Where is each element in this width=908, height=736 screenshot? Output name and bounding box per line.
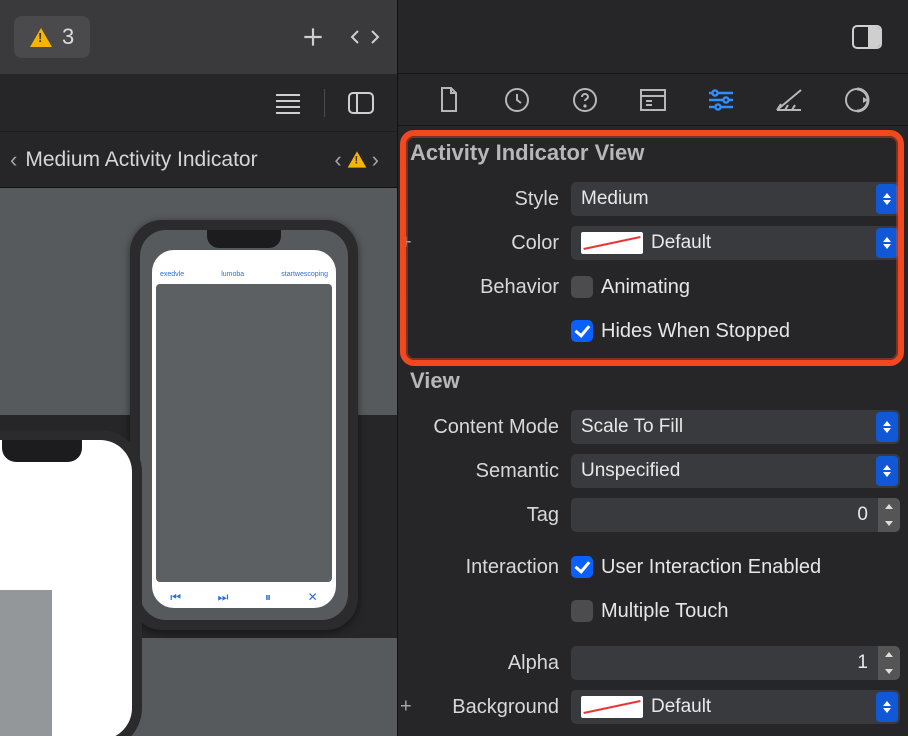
partial-view xyxy=(0,590,52,736)
issues-count: 3 xyxy=(62,24,74,50)
tag-field[interactable]: 0 xyxy=(571,498,878,532)
multiple-touch-label: Multiple Touch xyxy=(601,600,728,623)
popup-arrows-icon xyxy=(876,184,898,214)
hides-when-stopped-label: Hides When Stopped xyxy=(601,320,790,343)
tag-label: Tag xyxy=(406,504,561,527)
content-mode-popup[interactable]: Scale To Fill xyxy=(571,410,900,444)
connections-inspector-tab-icon[interactable] xyxy=(843,86,871,114)
warning-icon xyxy=(30,28,52,47)
content-mode-label: Content Mode xyxy=(406,416,561,439)
user-interaction-checkbox[interactable] xyxy=(571,556,593,578)
scene-phone-partial[interactable]: 이동 oding xyxy=(0,440,132,736)
color-value: Default xyxy=(651,232,711,254)
storyboard-canvas[interactable]: exedvlelumobastartwescoping ⏮⏭⏸✕ 이동 odin… xyxy=(0,188,397,736)
alpha-stepper[interactable] xyxy=(878,646,900,680)
animating-label: Animating xyxy=(601,276,690,299)
content-mode-value: Scale To Fill xyxy=(581,416,683,438)
divider xyxy=(324,89,325,117)
history-inspector-tab-icon[interactable] xyxy=(503,86,531,114)
align-icon[interactable] xyxy=(270,85,306,121)
identity-inspector-tab-icon[interactable] xyxy=(639,86,667,114)
multiple-touch-checkbox[interactable] xyxy=(571,600,593,622)
breadcrumb-next-icon[interactable]: › xyxy=(372,149,379,171)
color-well-icon[interactable] xyxy=(581,232,643,254)
layout-panel-icon[interactable] xyxy=(343,85,379,121)
color-label: + Color xyxy=(406,232,561,255)
semantic-label: Semantic xyxy=(406,460,561,483)
attributes-inspector-tab-icon[interactable] xyxy=(707,86,735,114)
breadcrumb-bar: ‹ Medium Activity Indicator ‹ › xyxy=(0,132,397,188)
hides-when-stopped-checkbox[interactable] xyxy=(571,320,593,342)
interaction-label: Interaction xyxy=(406,556,561,579)
background-value: Default xyxy=(651,696,711,718)
section-activity-indicator: Activity Indicator View xyxy=(406,126,900,176)
inspector-pane: Activity Indicator View Style Medium + C… xyxy=(397,0,908,736)
compare-icon[interactable] xyxy=(347,19,383,55)
color-well-icon[interactable] xyxy=(581,696,643,718)
breadcrumb-prev-icon[interactable]: ‹ xyxy=(334,149,341,171)
phone-notch xyxy=(2,440,82,462)
style-label: Style xyxy=(406,188,561,211)
canvas-toolbar: 3 xyxy=(0,0,397,74)
inspector-topbar xyxy=(398,0,908,74)
user-interaction-label: User Interaction Enabled xyxy=(601,556,821,579)
toggle-inspector-icon[interactable] xyxy=(852,25,882,49)
tag-stepper[interactable] xyxy=(878,498,900,532)
add-constraint-icon[interactable]: + xyxy=(400,696,412,719)
popup-arrows-icon xyxy=(876,412,898,442)
alpha-label: Alpha xyxy=(406,652,561,675)
canvas-ruler-bar xyxy=(0,74,397,132)
phone-notch xyxy=(207,230,281,248)
add-constraint-icon[interactable]: + xyxy=(400,232,412,255)
phone-top-links: exedvlelumobastartwescoping xyxy=(152,250,336,280)
background-popup[interactable]: Default xyxy=(571,690,900,724)
popup-arrows-icon xyxy=(876,456,898,486)
scene-phone-frame[interactable]: exedvlelumobastartwescoping ⏮⏭⏸✕ xyxy=(130,220,358,630)
alpha-field[interactable]: 1 xyxy=(571,646,878,680)
semantic-popup[interactable]: Unspecified xyxy=(571,454,900,488)
style-value: Medium xyxy=(581,188,649,210)
popup-arrows-icon xyxy=(876,228,898,258)
file-inspector-tab-icon[interactable] xyxy=(435,86,463,114)
issues-pill[interactable]: 3 xyxy=(14,16,90,58)
phone-tabbar: ⏮⏭⏸✕ xyxy=(152,586,336,608)
phone-body-preview xyxy=(156,284,332,582)
style-popup[interactable]: Medium xyxy=(571,182,900,216)
canvas-pane: 3 ‹ Medium Activity Indicator ‹ › xyxy=(0,0,397,736)
behavior-label: Behavior xyxy=(406,276,561,299)
popup-arrows-icon xyxy=(876,692,898,722)
size-inspector-tab-icon[interactable] xyxy=(775,86,803,114)
add-icon[interactable] xyxy=(295,19,331,55)
breadcrumb-title[interactable]: Medium Activity Indicator xyxy=(25,148,257,172)
animating-checkbox[interactable] xyxy=(571,276,593,298)
inspector-tabs xyxy=(398,74,908,126)
breadcrumb-back-icon[interactable]: ‹ xyxy=(10,149,17,171)
color-popup[interactable]: Default xyxy=(571,226,900,260)
help-inspector-tab-icon[interactable] xyxy=(571,86,599,114)
background-label: + Background xyxy=(406,696,561,719)
warning-icon xyxy=(347,151,366,167)
semantic-value: Unspecified xyxy=(581,460,680,482)
inspector-body: Activity Indicator View Style Medium + C… xyxy=(398,126,908,736)
section-view: View xyxy=(406,354,900,404)
